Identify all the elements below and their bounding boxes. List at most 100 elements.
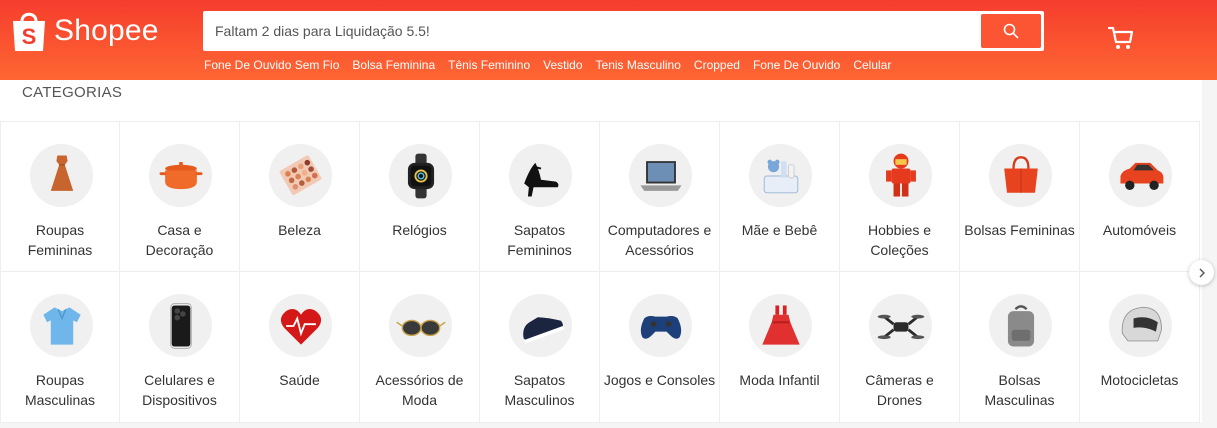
smartphone-icon <box>169 302 192 349</box>
suggestion-link[interactable]: Fone De Ouvido Sem Fio <box>204 58 339 72</box>
category-item[interactable]: Sapatos Masculinos <box>480 272 600 423</box>
suggestion-link[interactable]: Tênis Feminino <box>448 58 530 72</box>
category-image <box>509 294 572 357</box>
category-image <box>869 144 932 207</box>
category-label: Bolsas Masculinas <box>984 372 1055 408</box>
category-item[interactable]: Acessórios de Moda <box>360 272 480 423</box>
shopee-logo[interactable]: S Shopee <box>10 9 159 53</box>
dress-icon <box>50 154 73 191</box>
category-label: Beleza <box>278 222 321 238</box>
category-label: Casa e Decoração <box>145 222 214 258</box>
category-image <box>30 294 93 357</box>
category-image <box>749 294 812 357</box>
cart-button[interactable] <box>1107 24 1135 57</box>
category-label: Jogos e Consoles <box>603 372 716 388</box>
category-image <box>989 294 1052 357</box>
suggestion-link[interactable]: Vestido <box>543 58 582 72</box>
category-item[interactable]: Jogos e Consoles <box>600 272 720 423</box>
category-label: Moda Infantil <box>739 372 820 388</box>
shopping-cart-icon <box>1107 26 1134 49</box>
heart-pulse-icon <box>280 308 321 345</box>
suggestion-link[interactable]: Cropped <box>694 58 740 72</box>
search-bar <box>203 11 1044 51</box>
eyeshadow-palette-icon <box>279 154 321 195</box>
top-header: S Shopee Fone De Ouvido Sem Fio Bolsa Fe… <box>0 0 1217 80</box>
category-image <box>989 144 1052 207</box>
suggestion-link[interactable]: Bolsa Feminina <box>352 58 435 72</box>
category-image <box>1109 294 1172 357</box>
baby-basket-icon <box>763 159 798 193</box>
cooking-pot-icon <box>159 161 202 189</box>
category-item[interactable]: Relógios <box>360 121 480 272</box>
category-label: Roupas Masculinas <box>24 372 96 408</box>
chevron-right-icon <box>1199 268 1205 277</box>
category-label: Sapatos Femininos <box>507 222 572 258</box>
category-item[interactable]: Sapatos Femininos <box>480 121 600 272</box>
category-item[interactable]: Moda Infantil <box>720 272 840 423</box>
category-item[interactable]: Câmeras e Drones <box>840 272 960 423</box>
category-label: Relógios <box>392 222 447 238</box>
search-button[interactable] <box>981 14 1041 48</box>
categories-title: CATEGORIAS <box>22 84 123 101</box>
category-item[interactable]: Beleza <box>240 121 360 272</box>
category-image <box>269 144 332 207</box>
shopping-bag-logo-icon: S <box>13 12 45 51</box>
search-icon <box>1003 23 1019 39</box>
category-image <box>269 294 332 357</box>
category-image <box>149 294 212 357</box>
category-item[interactable]: Saúde <box>240 272 360 423</box>
laptop-icon <box>639 160 682 191</box>
svg-text:S: S <box>22 24 37 49</box>
category-item[interactable]: Bolsas Femininas <box>960 121 1080 272</box>
helmet-icon <box>1121 306 1162 341</box>
category-label: Saúde <box>279 372 320 388</box>
category-image <box>629 144 692 207</box>
category-image <box>629 294 692 357</box>
category-label: Celulares e Dispositivos <box>142 372 217 408</box>
high-heel-icon <box>523 162 558 197</box>
category-image <box>149 144 212 207</box>
categories-panel: CATEGORIAS Roupas Femininas Casa e Decora… <box>0 80 1202 423</box>
category-image <box>1109 144 1172 207</box>
kids-dress-icon <box>761 304 800 345</box>
category-image <box>30 144 93 207</box>
car-icon <box>1119 162 1163 190</box>
category-item[interactable]: Motocicletas <box>1080 272 1200 423</box>
suggestion-link[interactable]: Fone De Ouvido <box>753 58 840 72</box>
category-label: Motocicletas <box>1100 372 1179 388</box>
sunglasses-icon <box>395 319 446 336</box>
category-item[interactable]: Roupas Femininas <box>0 121 120 272</box>
category-item[interactable]: Automóveis <box>1080 121 1200 272</box>
category-item[interactable]: Bolsas Masculinas <box>960 272 1080 423</box>
category-image <box>509 144 572 207</box>
category-item[interactable]: Mãe e Bebê <box>720 121 840 272</box>
category-item[interactable]: Computadores e Acessórios <box>600 121 720 272</box>
categories-grid: Roupas Femininas Casa e Decoração Beleza Re… <box>0 121 1202 423</box>
search-input[interactable] <box>215 11 975 51</box>
category-label: Sapatos Masculinos <box>504 372 575 408</box>
logo-text: Shopee <box>54 14 159 47</box>
category-label: Roupas Femininas <box>27 222 93 258</box>
backpack-icon <box>1007 304 1034 347</box>
category-label: Câmeras e Drones <box>865 372 934 408</box>
polo-shirt-icon <box>42 306 81 345</box>
category-label: Computadores e Acessórios <box>607 222 712 258</box>
category-item[interactable]: Roupas Masculinas <box>0 272 120 423</box>
category-item[interactable]: Casa e Decoração <box>120 121 240 272</box>
smartwatch-icon <box>407 153 434 198</box>
category-image <box>869 294 932 357</box>
category-item[interactable]: Celulares e Dispositivos <box>120 272 240 423</box>
suggestion-link[interactable]: Tenis Masculino <box>596 58 681 72</box>
suggestion-link[interactable]: Celular <box>853 58 891 72</box>
category-label: Bolsas Femininas <box>964 222 1075 238</box>
category-item[interactable]: Hobbies e Coleções <box>840 121 960 272</box>
handbag-icon <box>1003 155 1038 193</box>
game-controller-icon <box>640 315 681 339</box>
category-label: Hobbies e Coleções <box>867 222 932 258</box>
sneaker-icon <box>522 316 564 344</box>
search-suggestions: Fone De Ouvido Sem Fio Bolsa Feminina Tê… <box>204 58 904 72</box>
category-label: Automóveis <box>1102 222 1177 238</box>
category-image <box>389 144 452 207</box>
carousel-next-button[interactable] <box>1189 260 1214 285</box>
category-image <box>389 294 452 357</box>
